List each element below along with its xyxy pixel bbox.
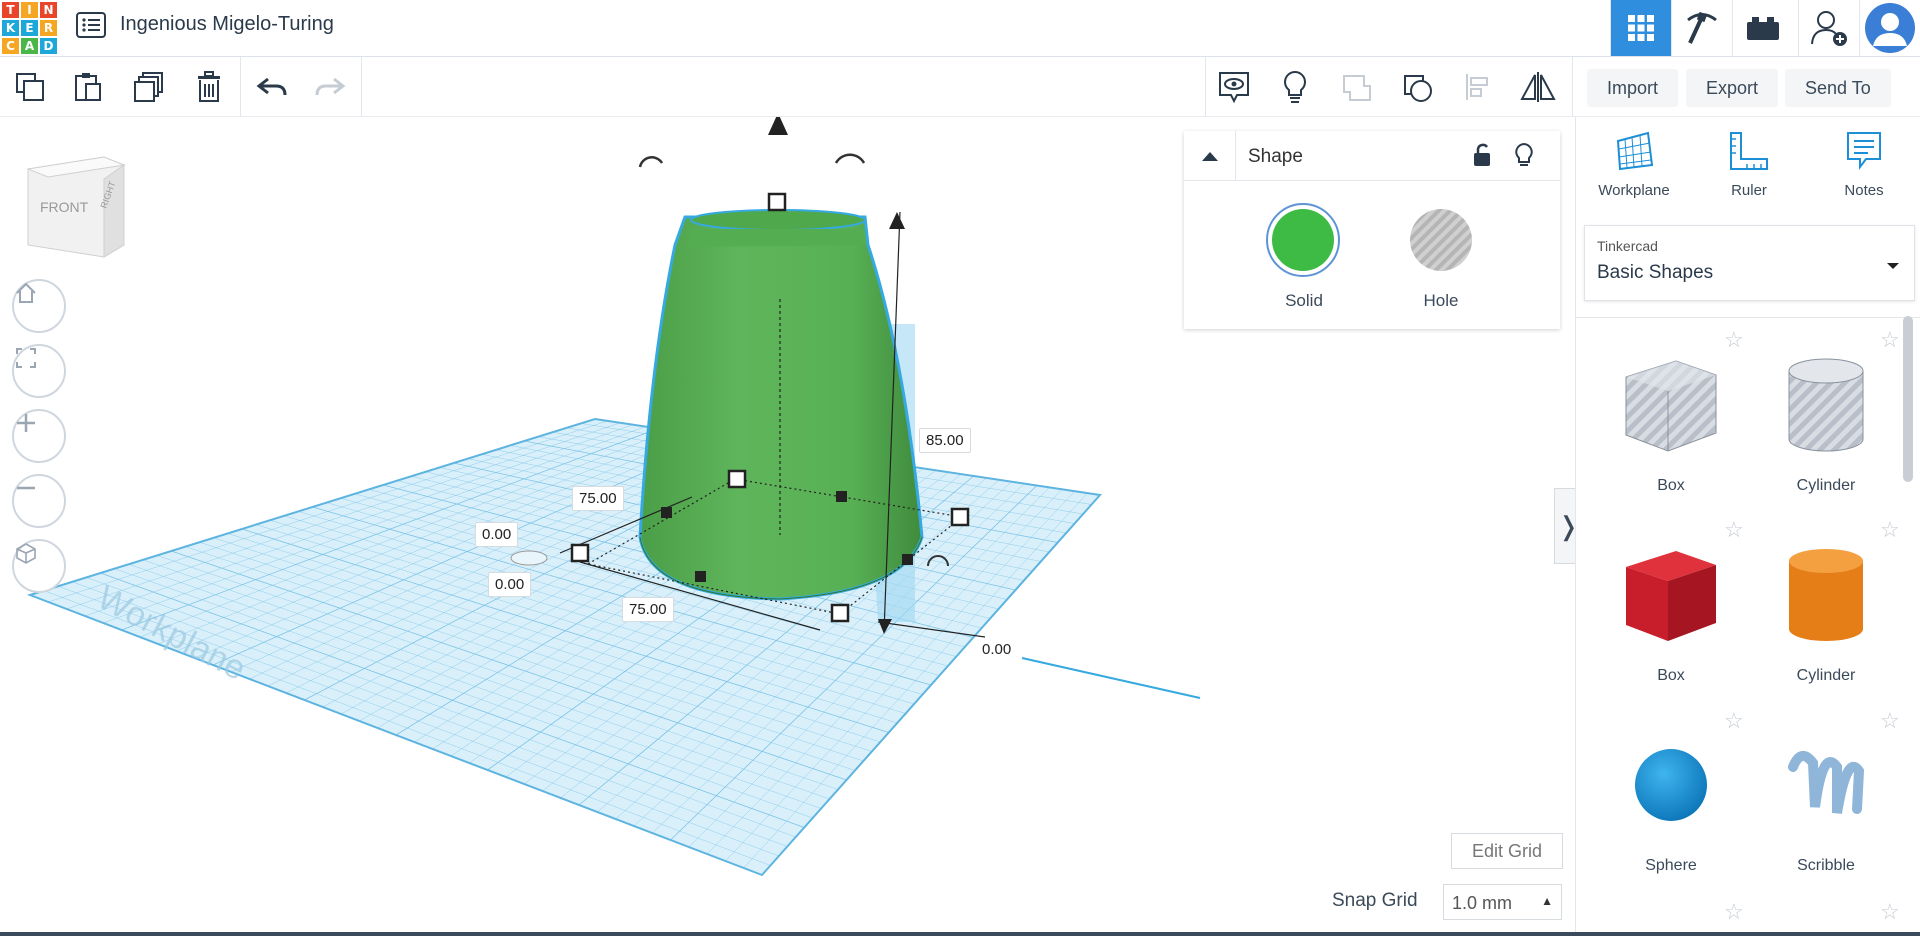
align-icon[interactable] [1458, 67, 1498, 107]
elevation-label[interactable]: 0.00 [976, 638, 1017, 661]
favorite-star-icon[interactable]: ☆ [1724, 327, 1744, 353]
shape-list-scrollbar[interactable] [1903, 316, 1913, 482]
rotate-handle-right-icon[interactable] [834, 153, 866, 164]
logo-letter: C [2, 38, 19, 54]
shape-library-select[interactable]: Tinkercad Basic Shapes [1584, 225, 1915, 301]
favorite-star-icon[interactable]: ☆ [1724, 517, 1744, 543]
height-dimension-label[interactable]: 85.00 [919, 428, 971, 453]
favorite-star-icon[interactable]: ☆ [1880, 327, 1900, 353]
edit-grid-button[interactable]: Edit Grid [1451, 833, 1563, 869]
depth-dimension-label[interactable]: 75.00 [572, 486, 624, 511]
inspector-title: Shape [1248, 146, 1303, 167]
workplane-icon [1616, 131, 1654, 171]
shape-box-hole[interactable]: Box [1596, 337, 1746, 517]
caret-up-icon: ▲ [1541, 894, 1553, 908]
logo-letter: A [21, 38, 38, 54]
unlock-icon[interactable] [1472, 142, 1492, 173]
favorite-star-icon[interactable]: ☆ [1880, 708, 1900, 734]
ruler-tool[interactable]: Ruler [1694, 129, 1804, 199]
design-list-icon[interactable] [76, 12, 106, 38]
perspective-toggle-button[interactable] [12, 539, 66, 593]
light-bulb-icon[interactable] [1275, 67, 1315, 107]
send-to-button[interactable]: Send To [1785, 69, 1891, 107]
x-axis-line [1021, 657, 1201, 699]
view-cube[interactable]: FRONT RIGHT [26, 156, 126, 258]
solid-swatch[interactable] [1266, 203, 1340, 282]
shape-cylinder[interactable]: Cylinder [1751, 527, 1901, 707]
shape-sphere[interactable]: Sphere [1596, 717, 1746, 897]
3d-design-grid-icon[interactable] [1610, 0, 1671, 56]
solid-label[interactable]: Solid [1244, 291, 1364, 311]
design-title[interactable]: Ingenious Migelo-Turing [120, 13, 334, 36]
favorite-star-icon[interactable]: ☆ [1724, 708, 1744, 734]
undo-icon[interactable] [252, 67, 292, 107]
snap-grid-label: Snap Grid [1332, 890, 1418, 911]
width-dimension-label[interactable]: 75.00 [622, 597, 674, 622]
top-bar: TIN KER CAD Ingenious Migelo-Turing [0, 0, 1920, 57]
ungroup-icon[interactable] [1398, 67, 1438, 107]
add-user-icon[interactable] [1798, 0, 1859, 56]
bricks-icon[interactable] [1732, 0, 1793, 56]
group-icon[interactable] [1337, 67, 1377, 107]
logo-letter: E [21, 20, 38, 36]
favorite-star-icon[interactable]: ☆ [1880, 899, 1900, 925]
shape-inspector: Shape Solid Hole [1184, 131, 1560, 329]
avatar-icon[interactable] [1859, 0, 1920, 56]
ruler-icon [1730, 132, 1768, 170]
duplicate-icon[interactable] [129, 67, 169, 107]
logo-letter: R [40, 20, 57, 36]
shape-scribble[interactable]: Scribble [1751, 717, 1901, 897]
visibility-bulb-icon[interactable] [1514, 142, 1534, 175]
mirror-icon[interactable] [1518, 67, 1558, 107]
logo-letter: N [40, 2, 57, 18]
shape-cylinder-hole[interactable]: Cylinder [1751, 337, 1901, 517]
bottom-strip [0, 932, 1920, 936]
home-view-button[interactable] [12, 279, 66, 333]
move-origin-icon[interactable] [510, 550, 548, 566]
right-panel: Workplane Ruler Notes Tinkercad Basic Sh… [1575, 117, 1920, 936]
notes-tool[interactable]: Notes [1809, 129, 1919, 199]
comment-view-icon[interactable] [1214, 67, 1254, 107]
hole-swatch[interactable] [1404, 203, 1478, 282]
notes-icon [1847, 132, 1881, 170]
dropdown-caret-icon [1886, 258, 1900, 276]
zoom-in-button[interactable] [12, 409, 66, 463]
tinkercad-logo[interactable]: TIN KER CAD [2, 2, 57, 54]
paste-icon[interactable] [68, 67, 108, 107]
copy-icon[interactable] [10, 67, 50, 107]
lift-arrow-icon[interactable] [768, 117, 788, 135]
logo-letter: K [2, 20, 19, 36]
rotate-handle-left-icon[interactable] [638, 156, 664, 168]
zoom-out-button[interactable] [12, 474, 66, 528]
svg-text:FRONT: FRONT [40, 199, 89, 215]
export-button[interactable]: Export [1686, 69, 1779, 107]
workplane-tool[interactable]: Workplane [1579, 129, 1689, 199]
workplane-grid[interactable]: Workplane [26, 417, 1102, 877]
pickaxe-icon[interactable] [1671, 0, 1732, 56]
redo-icon[interactable] [310, 67, 350, 107]
logo-letter: I [21, 2, 38, 18]
collapse-inspector-button[interactable] [1184, 131, 1236, 181]
import-button[interactable]: Import [1587, 69, 1679, 107]
logo-letter: D [40, 38, 57, 54]
favorite-star-icon[interactable]: ☆ [1880, 517, 1900, 543]
edit-toolbar: Import Export Send To [0, 57, 1920, 117]
snap-grid-select[interactable]: 1.0 mm ▲ [1443, 884, 1562, 920]
fit-view-button[interactable] [12, 344, 66, 398]
delete-icon[interactable] [189, 67, 229, 107]
position-x-label[interactable]: 0.00 [475, 522, 519, 547]
selected-shape[interactable] [638, 209, 924, 601]
position-y-label[interactable]: 0.00 [488, 572, 532, 597]
logo-letter: T [2, 2, 19, 18]
hole-label[interactable]: Hole [1381, 291, 1501, 311]
shape-box[interactable]: Box [1596, 527, 1746, 707]
favorite-star-icon[interactable]: ☆ [1724, 899, 1744, 925]
